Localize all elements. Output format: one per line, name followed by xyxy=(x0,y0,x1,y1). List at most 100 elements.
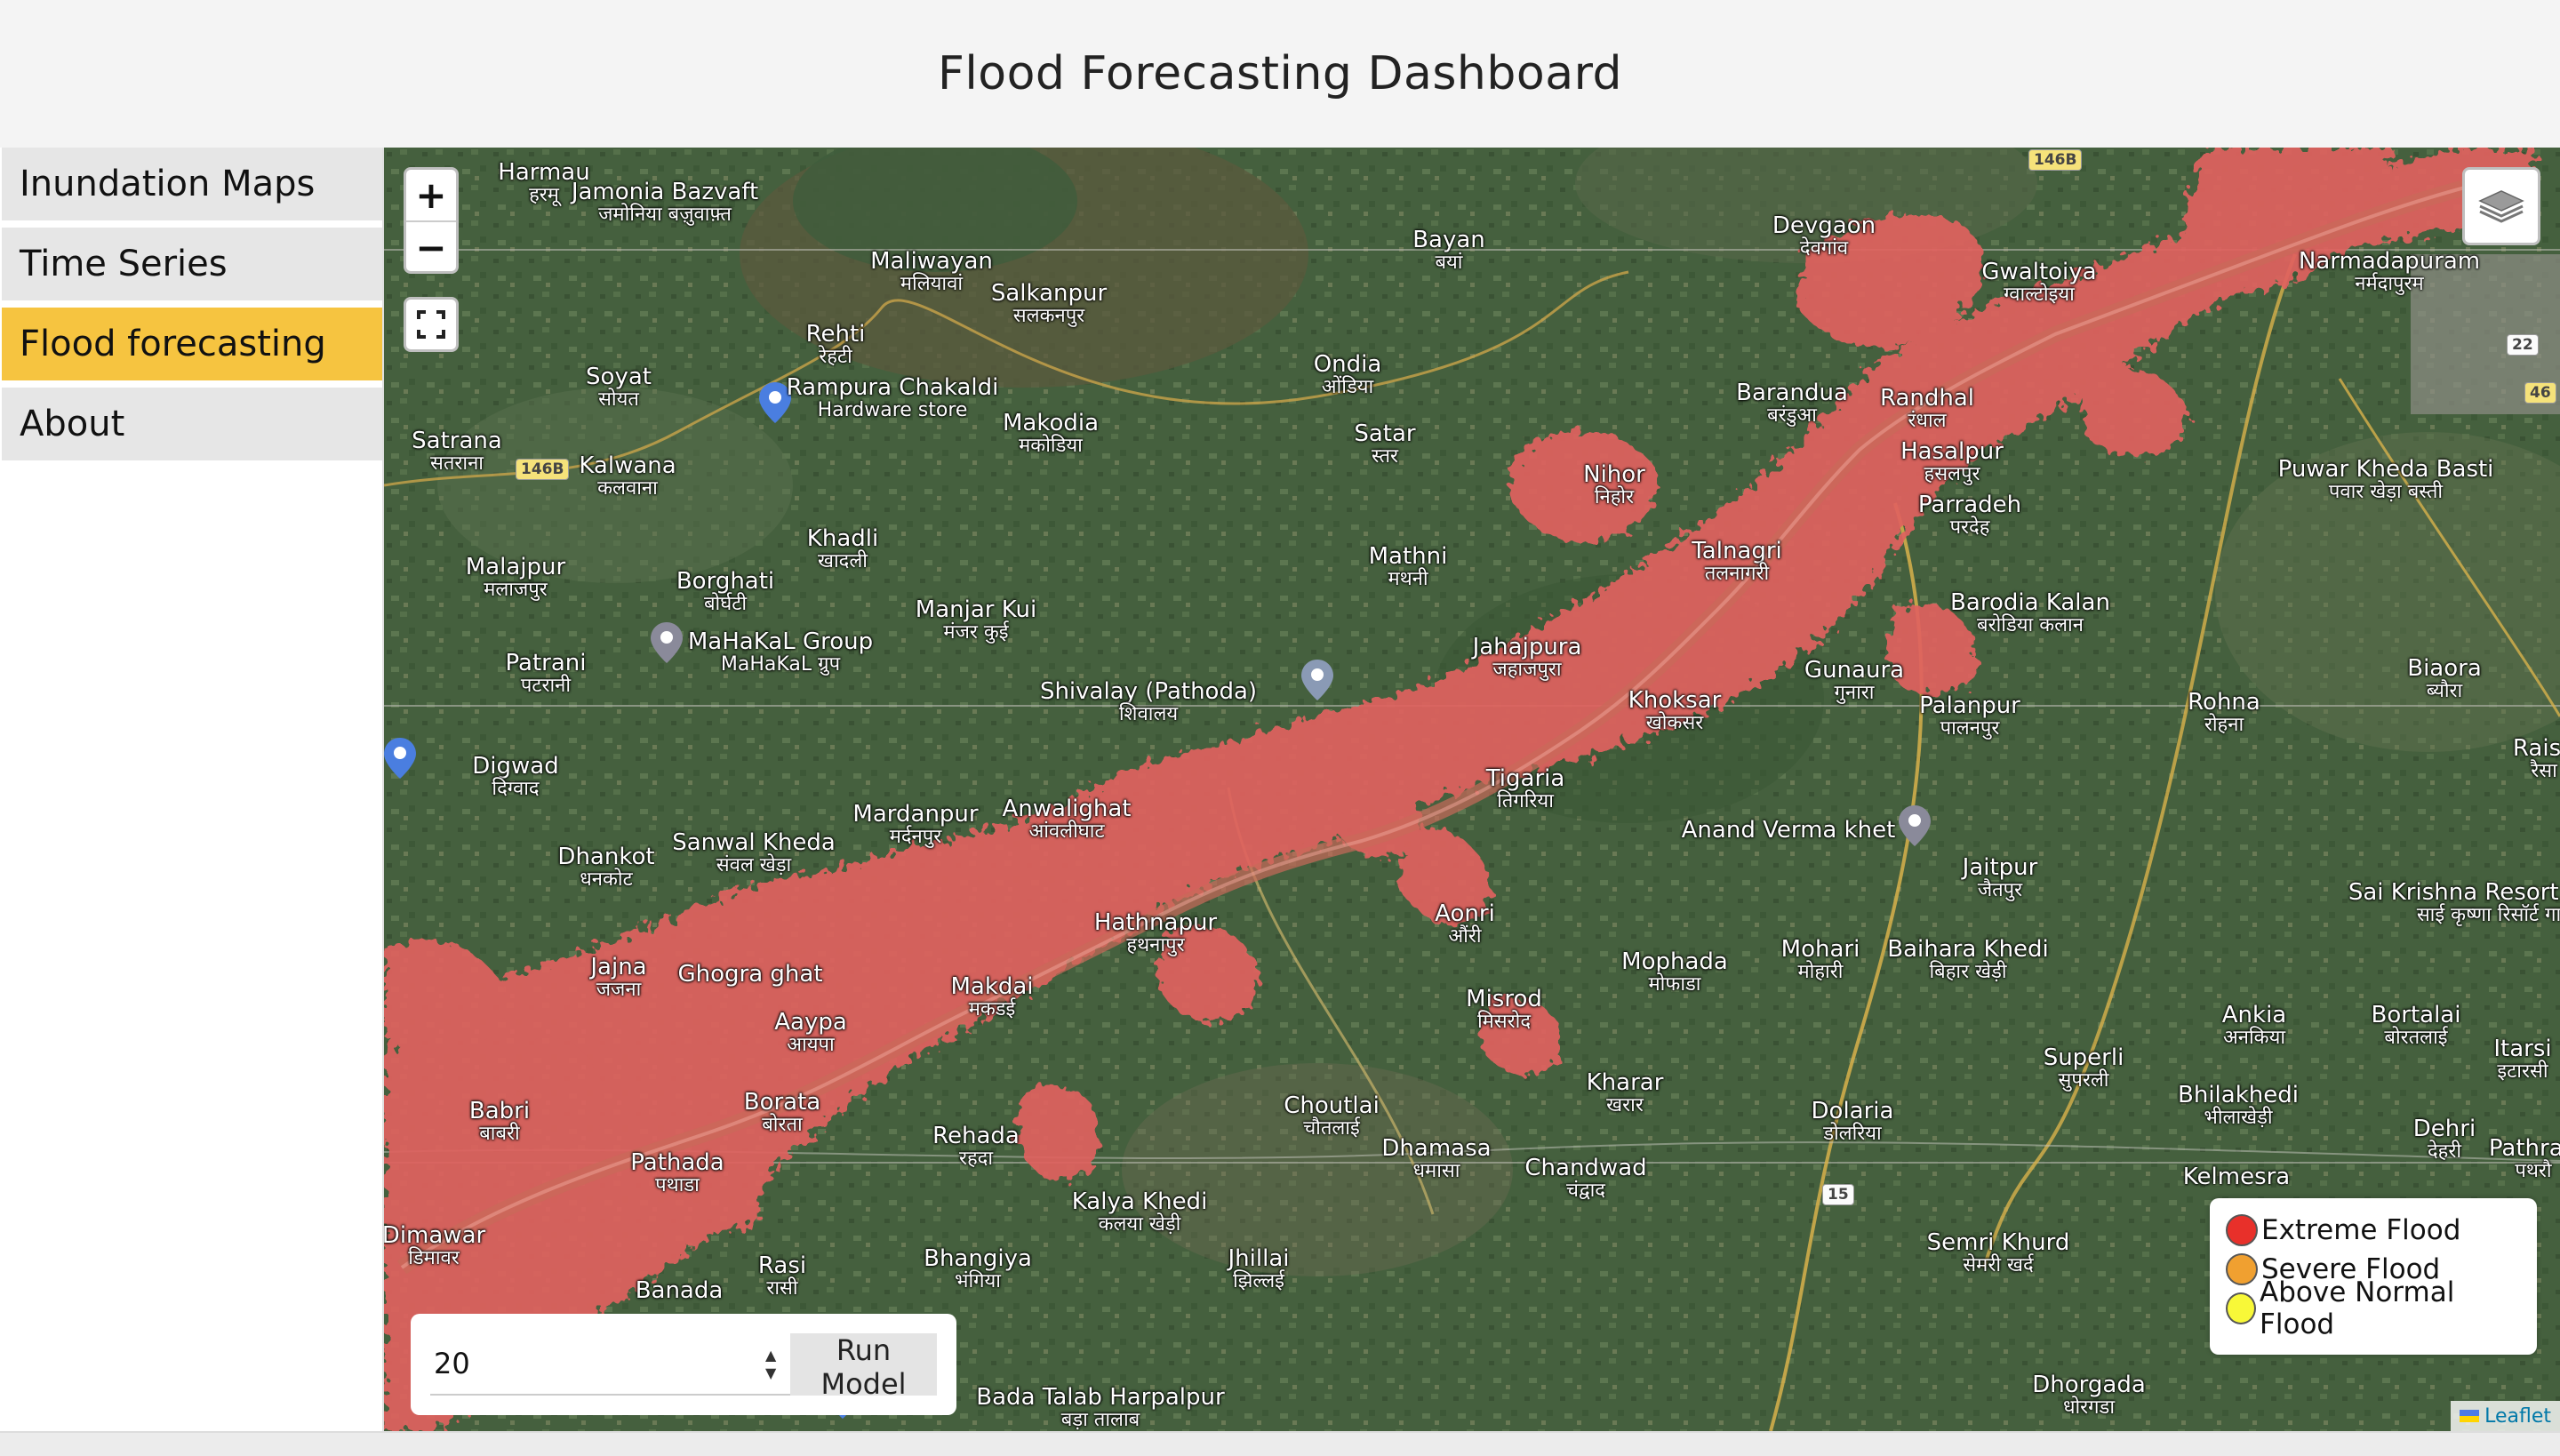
map-place-label: Barandua बरंडुआ xyxy=(1736,380,1848,427)
map-place-label: Soyat सोयत xyxy=(586,364,652,411)
map-place-label: Gwaltoiya ग्वाल्टोइया xyxy=(1981,259,2097,306)
map-place-label: Sai Krishna Resort Gardenसाई कृष्णा रिसॉ… xyxy=(2348,879,2560,926)
map-view[interactable]: 146B 146B 22 46 15 Harmau हरमू Jamonia Ba… xyxy=(384,148,2560,1431)
layers-button[interactable] xyxy=(2462,167,2540,245)
map-place-label: Kharar खरार xyxy=(1586,1069,1664,1116)
map-place-label: Rampura Chakaldi Hardware store xyxy=(786,374,999,421)
map-place-label: Shivalay (Pathoda) शिवालय xyxy=(1039,678,1258,725)
map-place-label: Hathnapur हथनापुर xyxy=(1093,909,1218,956)
flag-icon xyxy=(2460,1410,2480,1422)
map-place-label: Kelmesra xyxy=(2182,1164,2291,1190)
map-place-label: Maliwayan मलियावां xyxy=(870,248,993,295)
fullscreen-button[interactable] xyxy=(404,297,459,352)
map-place-label: Bhilakhedi भीलाखेड़ी xyxy=(2178,1082,2299,1129)
spinner-down-icon[interactable]: ▼ xyxy=(765,1366,776,1380)
map-place-label: Barodia Kalan बरोडिया कलान xyxy=(1950,589,2110,636)
map-place-label: Dehri देहरी xyxy=(2412,1116,2476,1163)
map-place-label: Banada xyxy=(635,1277,724,1304)
map-place-label: Borghati बोर्घटी xyxy=(676,568,775,615)
map-place-label: Devgaon देवगांव xyxy=(1772,212,1876,260)
legend-swatch xyxy=(2226,1214,2258,1246)
map-place-label: Khadli खादली xyxy=(806,525,879,572)
map-place-label: Bortalai बोरतलाई xyxy=(2371,1002,2461,1049)
map-place-label: Pathrauपथरौ xyxy=(2488,1135,2560,1182)
forecast-days-input[interactable] xyxy=(430,1333,790,1396)
map-place-label: Dhamasa धमासा xyxy=(1381,1135,1492,1182)
sidebar-item-flood-forecasting[interactable]: Flood forecasting xyxy=(2,308,382,380)
flood-legend: Extreme Flood Severe Flood Above Normal … xyxy=(2210,1198,2537,1355)
attribution-link[interactable]: Leaflet xyxy=(2484,1405,2551,1428)
map-place-label: Anwalighat आंवलीघाट xyxy=(1002,796,1132,843)
map-place-label: Dhankot धनकोट xyxy=(557,844,655,891)
map-place-label: Jajna जजना xyxy=(590,954,647,1001)
map-place-label: Bayan बयां xyxy=(1412,227,1485,274)
zoom-in-button[interactable]: + xyxy=(406,170,456,222)
sidebar-item-inundation-maps[interactable]: Inundation Maps xyxy=(2,148,382,220)
map-place-label: Malajpur मलाजपुर xyxy=(465,554,566,601)
map-place-label: Raisaरैसा xyxy=(2512,735,2560,782)
road-badge: 46 xyxy=(2524,382,2556,404)
map-place-label: Satrana सतराना xyxy=(412,428,502,475)
road-badge: 22 xyxy=(2507,334,2539,356)
map-place-label: Bada Talab Harpalpur बड़ा तालाब xyxy=(976,1384,1225,1431)
footer xyxy=(0,1431,2560,1456)
map-place-label: Makodia मकोडिया xyxy=(1002,410,1100,457)
map-pin-icon[interactable] xyxy=(651,622,683,663)
map-place-label: Dimawar डिमावर xyxy=(384,1222,486,1269)
map-place-label: Rehada रहदा xyxy=(932,1123,1020,1170)
map-attribution[interactable]: Leaflet xyxy=(2451,1401,2560,1431)
map-pin-icon[interactable] xyxy=(1301,660,1333,700)
map-pin-icon[interactable] xyxy=(384,738,416,779)
map-place-label: Choutlai चौतलाई xyxy=(1284,1092,1380,1140)
map-place-label: Semri Khurd सेमरी खर्द xyxy=(1926,1229,2070,1276)
map-place-label: Hasalpur हसलपुर xyxy=(1900,438,2004,485)
map-place-label: Jhillai झिल्लई xyxy=(1228,1245,1290,1292)
sidebar: Inundation Maps Time Series Flood foreca… xyxy=(0,148,384,1431)
legend-label: Extreme Flood xyxy=(2261,1214,2461,1246)
map-place-label: Rohna रोहना xyxy=(2188,689,2260,736)
map-place-label: Ondia ओंडिया xyxy=(1313,351,1382,398)
page-title: Flood Forecasting Dashboard xyxy=(937,47,1623,100)
sidebar-item-about[interactable]: About xyxy=(2,388,382,460)
map-place-label: Patrani पटरानी xyxy=(505,650,587,697)
legend-item: Extreme Flood xyxy=(2226,1211,2521,1250)
layers-icon xyxy=(2478,190,2524,223)
map-place-label: Makdai मकडई xyxy=(950,973,1034,1020)
legend-label: Above Normal Flood xyxy=(2260,1276,2455,1340)
run-model-button[interactable]: Run Model xyxy=(790,1333,937,1401)
map-place-label: Satar स्तर xyxy=(1354,420,1416,468)
map-place-label: Dolaria डोलरिया xyxy=(1811,1098,1894,1145)
map-place-label: Rasi रासी xyxy=(757,1252,807,1300)
map-place-label: Puwar Kheda Basti पवार खेड़ा बस्ती xyxy=(2277,456,2494,503)
spinner-up-icon[interactable]: ▲ xyxy=(765,1348,776,1363)
map-place-label: Mohari मोहारी xyxy=(1780,936,1860,983)
road-badge: 146B xyxy=(2028,149,2083,171)
zoom-out-button[interactable]: − xyxy=(406,222,456,271)
map-place-label: Jaitpur जैतपुर xyxy=(1962,854,2038,901)
map-place-label: Tigaria तिगरिया xyxy=(1485,765,1565,812)
map-place-label: Jamonia Bazvaft जमोनिया बज़ुवाफ़्त xyxy=(571,179,759,226)
map-place-label: Bhangiya भंगिया xyxy=(924,1245,1032,1292)
map-place-label: Itarsi इटारसी xyxy=(2493,1036,2552,1083)
map-place-label: Mardanpur मर्दनपुर xyxy=(852,801,979,848)
map-place-label: Anand Verma khet xyxy=(1681,817,1896,844)
sidebar-item-time-series[interactable]: Time Series xyxy=(2,228,382,300)
map-place-label: Sanwal Kheda संवल खेड़ा xyxy=(672,829,836,876)
zoom-control: + − xyxy=(404,167,459,274)
header: Flood Forecasting Dashboard xyxy=(0,0,2560,148)
map-place-label: Mathni मथनी xyxy=(1368,543,1448,590)
map-place-label: Aonri औंरी xyxy=(1435,900,1495,948)
run-model-panel: ▲ ▼ Run Model xyxy=(411,1314,956,1415)
map-pin-icon[interactable] xyxy=(1899,805,1931,846)
legend-swatch xyxy=(2226,1292,2257,1324)
map-place-label: Misrod मिसरोद xyxy=(1466,986,1542,1033)
map-place-label: Pathada पथाडा xyxy=(630,1149,724,1196)
map-place-label: Kalya Khedi कलया खेड़ी xyxy=(1071,1188,1208,1236)
map-place-label: Gunaura गुनारा xyxy=(1804,657,1905,704)
map-place-label: Dhorgada धोरगडा xyxy=(2032,1372,2146,1419)
map-place-label: Borata बोरता xyxy=(743,1089,821,1136)
map-place-label: Khoksar खोकसर xyxy=(1628,687,1722,734)
map-place-label: Randhal रंधाल xyxy=(1879,385,1975,432)
map-place-label: Superli सुपरली xyxy=(2043,1044,2124,1092)
map-place-label: Ankia अनकिया xyxy=(2221,1002,2287,1049)
